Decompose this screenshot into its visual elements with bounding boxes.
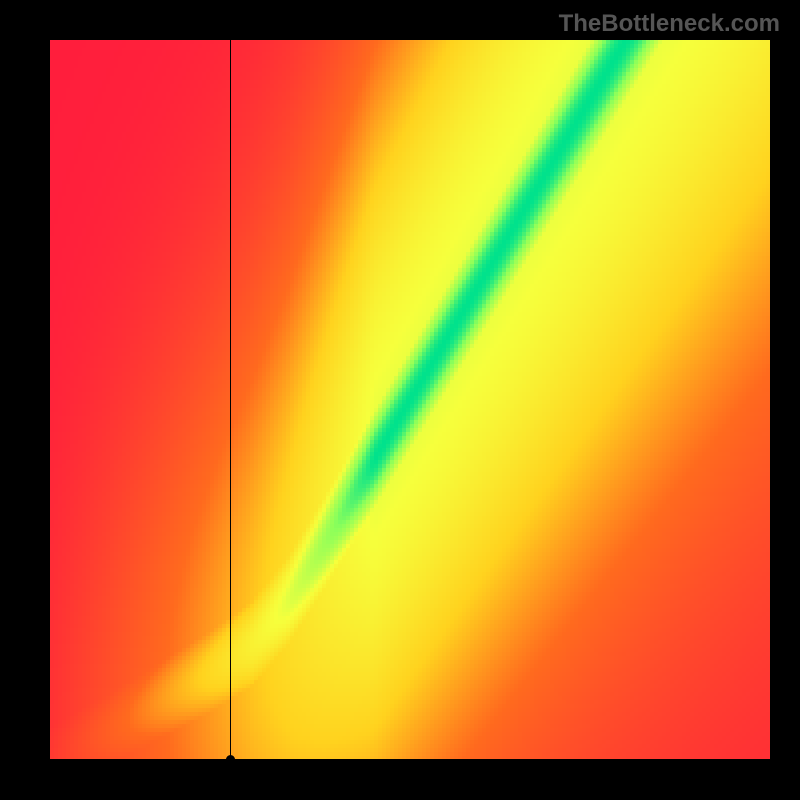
heatmap-canvas (50, 40, 770, 760)
x-axis-line (50, 759, 770, 760)
vertical-guide-line (230, 40, 231, 760)
watermark-label: TheBottleneck.com (559, 10, 780, 38)
guide-marker-dot (226, 755, 235, 764)
chart-container: TheBottleneck.com (0, 0, 800, 800)
heatmap-plot (50, 40, 770, 760)
